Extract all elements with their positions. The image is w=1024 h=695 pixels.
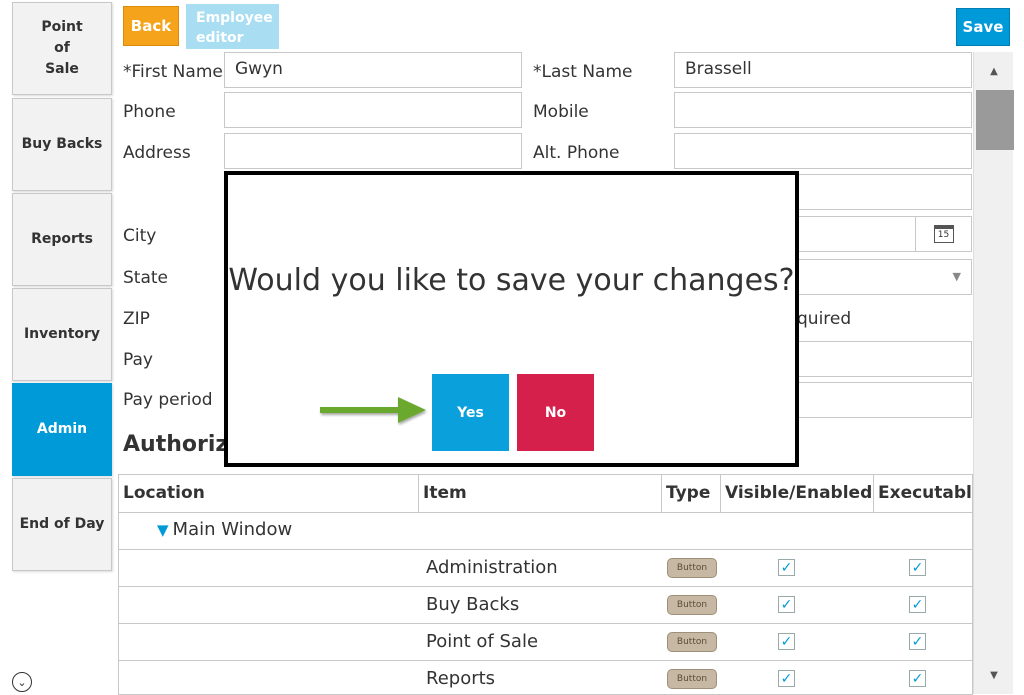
executable-checkbox[interactable]: ✓ — [909, 670, 926, 687]
table-row[interactable]: Administration Button ✓ ✓ — [119, 550, 972, 587]
back-button[interactable]: Back — [123, 6, 179, 46]
vertical-scrollbar[interactable]: ▲ ▼ — [973, 52, 1014, 694]
chevron-down-icon[interactable]: ⌄ — [12, 672, 32, 692]
last-name-field[interactable]: Brassell — [674, 52, 972, 88]
address-field[interactable] — [224, 133, 522, 169]
calendar-button[interactable]: 15 — [915, 216, 972, 252]
visible-checkbox[interactable]: ✓ — [778, 559, 795, 576]
state-label: State — [123, 268, 168, 288]
calendar-icon: 15 — [933, 225, 954, 243]
row-item: Point of Sale — [426, 631, 539, 652]
group-label: Main Window — [172, 519, 293, 540]
arrow-right-icon — [320, 397, 426, 423]
column-header-location[interactable]: Location — [119, 475, 419, 513]
mobile-label: Mobile — [533, 102, 589, 122]
address-label: Address — [123, 143, 191, 163]
table-row[interactable]: Reports Button ✓ ✓ — [119, 661, 972, 694]
executable-checkbox[interactable]: ✓ — [909, 559, 926, 576]
save-changes-dialog: Would you like to save your changes? Yes… — [224, 171, 799, 467]
row-item: Administration — [426, 557, 558, 578]
visible-checkbox[interactable]: ✓ — [778, 670, 795, 687]
first-name-field[interactable]: Gwyn — [224, 52, 522, 88]
scroll-down-icon[interactable]: ▼ — [974, 656, 1014, 694]
alt-phone-label: Alt. Phone — [533, 143, 620, 163]
no-button[interactable]: No — [517, 374, 594, 451]
authorizations-table: Location Item Type Visible/Enabled Execu… — [118, 474, 973, 695]
nav-inventory-button[interactable]: Inventory — [12, 288, 112, 381]
type-badge: Button — [667, 632, 717, 652]
nav-point-of-sale-button[interactable]: Point of Sale — [12, 2, 112, 95]
employee-editor-tab[interactable]: Employee editor — [186, 4, 279, 49]
group-row-main-window[interactable]: ▼ Main Window — [119, 513, 972, 550]
chevron-down-icon: ▼ — [952, 270, 961, 283]
expand-triangle-icon[interactable]: ▼ — [157, 521, 169, 539]
first-name-label: *First Name — [123, 62, 223, 82]
mobile-field[interactable] — [674, 92, 972, 128]
visible-checkbox[interactable]: ✓ — [778, 596, 795, 613]
type-badge: Button — [667, 669, 717, 689]
phone-label: Phone — [123, 102, 176, 122]
required-label: quired — [797, 309, 852, 329]
scroll-up-icon[interactable]: ▲ — [974, 52, 1014, 90]
pay-period-label: Pay period — [123, 390, 213, 410]
executable-checkbox[interactable]: ✓ — [909, 596, 926, 613]
scroll-thumb[interactable] — [976, 90, 1014, 150]
last-name-label: *Last Name — [533, 62, 633, 82]
pay-label: Pay — [123, 350, 153, 370]
table-row[interactable]: Buy Backs Button ✓ ✓ — [119, 587, 972, 624]
nav-admin-button[interactable]: Admin — [12, 383, 112, 476]
row-item: Buy Backs — [426, 594, 520, 615]
alt-phone-field[interactable] — [674, 133, 972, 169]
column-header-visible[interactable]: Visible/Enabled — [721, 475, 874, 513]
row-item: Reports — [426, 668, 496, 689]
column-header-type[interactable]: Type — [662, 475, 721, 513]
executable-checkbox[interactable]: ✓ — [909, 633, 926, 650]
save-button[interactable]: Save — [956, 8, 1010, 46]
column-header-executable[interactable]: Executable — [874, 475, 972, 513]
nav-buy-backs-button[interactable]: Buy Backs — [12, 98, 112, 191]
yes-button[interactable]: Yes — [432, 374, 509, 451]
column-header-item[interactable]: Item — [419, 475, 662, 513]
dialog-question: Would you like to save your changes? — [228, 263, 795, 298]
nav-reports-button[interactable]: Reports — [12, 193, 112, 286]
type-badge: Button — [667, 595, 717, 615]
nav-end-of-day-button[interactable]: End of Day — [12, 478, 112, 571]
visible-checkbox[interactable]: ✓ — [778, 633, 795, 650]
phone-field[interactable] — [224, 92, 522, 128]
sidebar: Point of Sale Buy Backs Reports Inventor… — [0, 0, 114, 695]
table-row[interactable]: Point of Sale Button ✓ ✓ — [119, 624, 972, 661]
type-badge: Button — [667, 558, 717, 578]
zip-label: ZIP — [123, 309, 150, 329]
city-label: City — [123, 226, 157, 246]
